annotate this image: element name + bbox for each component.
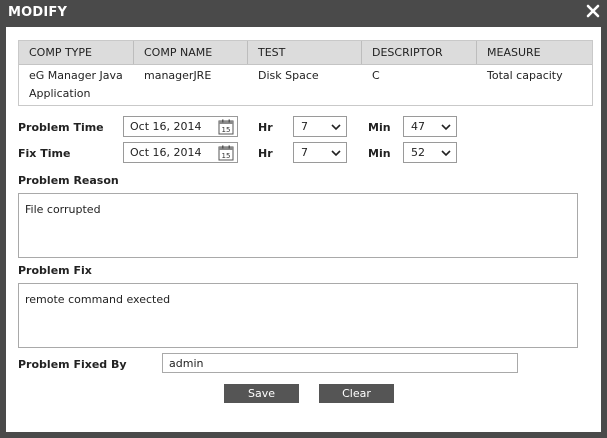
problem-time-hr-label: Hr [258, 121, 273, 134]
fix-time-hr-value: 7 [301, 146, 308, 159]
problem-time-min-select[interactable]: 47 [403, 116, 457, 137]
fix-time-min-value: 52 [411, 146, 425, 159]
problem-time-min-label: Min [368, 121, 391, 134]
fix-time-hr-select[interactable]: 7 [293, 142, 347, 163]
problem-time-date-field[interactable]: Oct 16, 2014 15 [123, 116, 238, 137]
calendar-icon[interactable]: 15 [218, 145, 234, 161]
dialog-title: MODIFY [8, 5, 68, 20]
problem-fix-textarea[interactable]: remote command exected [18, 283, 578, 348]
fixed-by-input[interactable]: admin [162, 353, 518, 373]
problem-time-date-value: Oct 16, 2014 [130, 120, 202, 133]
save-button[interactable]: Save [224, 384, 299, 403]
problem-time-hr-value: 7 [301, 120, 308, 133]
calendar-icon-text: 15 [222, 152, 231, 160]
dialog-body: COMP TYPE COMP NAME TEST DESCRIPTOR MEAS… [6, 27, 601, 432]
close-icon[interactable] [585, 3, 601, 19]
fix-time-date-value: Oct 16, 2014 [130, 146, 202, 159]
cell-comp-type-line2: Application [29, 87, 91, 100]
problem-time-min-value: 47 [411, 120, 425, 133]
chevron-down-icon [441, 124, 451, 131]
dialog-titlebar: MODIFY [0, 0, 607, 27]
header-comp-name: COMP NAME [134, 41, 248, 64]
fixed-by-label: Problem Fixed By [18, 358, 127, 371]
problem-time-label: Problem Time [18, 121, 104, 134]
problem-time-hr-select[interactable]: 7 [293, 116, 347, 137]
component-table: COMP TYPE COMP NAME TEST DESCRIPTOR MEAS… [18, 40, 593, 106]
fix-time-date-field[interactable]: Oct 16, 2014 15 [123, 142, 238, 163]
cell-descriptor: C [372, 69, 380, 82]
cell-measure: Total capacity [487, 69, 563, 82]
header-test: TEST [248, 41, 362, 64]
problem-reason-label: Problem Reason [18, 174, 119, 187]
chevron-down-icon [331, 150, 341, 157]
fix-time-min-label: Min [368, 147, 391, 160]
fix-time-label: Fix Time [18, 147, 71, 160]
chevron-down-icon [441, 150, 451, 157]
chevron-down-icon [331, 124, 341, 131]
header-descriptor: DESCRIPTOR [362, 41, 477, 64]
header-comp-type: COMP TYPE [19, 41, 134, 64]
table-header: COMP TYPE COMP NAME TEST DESCRIPTOR MEAS… [19, 41, 592, 65]
calendar-icon[interactable]: 15 [218, 119, 234, 135]
cell-comp-type: eG Manager Java Application [19, 67, 134, 103]
problem-reason-textarea[interactable]: File corrupted [18, 193, 578, 258]
fix-time-min-select[interactable]: 52 [403, 142, 457, 163]
problem-fix-label: Problem Fix [18, 264, 92, 277]
cell-comp-type-line1: eG Manager Java [29, 69, 123, 82]
clear-button[interactable]: Clear [319, 384, 394, 403]
header-measure: MEASURE [487, 46, 541, 59]
cell-test: Disk Space [258, 69, 319, 82]
cell-comp-name: managerJRE [144, 69, 212, 82]
calendar-icon-text: 15 [222, 126, 231, 134]
fix-time-hr-label: Hr [258, 147, 273, 160]
